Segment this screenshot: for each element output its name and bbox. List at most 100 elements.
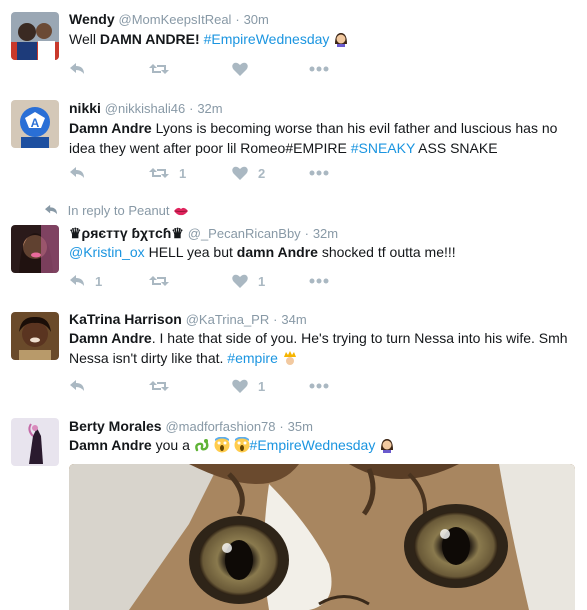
highlight-text: DAMN ANDRE [99,31,196,47]
tweet-text: Well DAMN ANDRE! #EmpireWednesday [69,29,575,49]
tweet-header: ♛ρяєттү ɓχтcɦ♛ @_PecanRicanBby · 32m [69,224,338,243]
display-name[interactable]: Berty Morales [69,418,162,434]
tweet-4[interactable]: KaTrina Harrison @KaTrina_PR · 34m Damn … [0,300,587,407]
like-button[interactable]: 1 [232,271,265,291]
like-icon [232,166,248,180]
retweet-count: 1 [179,165,187,181]
like-button[interactable] [232,59,258,79]
snake-emoji-icon [194,439,209,452]
display-name[interactable]: ♛ρяєттү ɓχтcɦ♛ [69,225,184,241]
separator: · [304,226,309,241]
text-segment: shocked tf outta me!!! [317,244,456,260]
woman-emoji-icon [335,33,348,47]
more-button[interactable] [309,271,329,291]
reply-button[interactable] [69,163,85,183]
scream-emoji-icon [214,437,230,453]
highlight-text: Damn Andre [69,330,152,346]
tweet-2[interactable]: A nikki @nikkishali46 · 32m Damn Andre L… [0,92,587,195]
more-button[interactable] [309,376,329,396]
tweet-text: Damn Andre you a #EmpireWednesday [69,435,575,455]
username[interactable]: @KaTrina_PR [186,312,270,327]
separator: · [235,12,240,27]
retweet-icon [149,168,169,178]
tweet-header: KaTrina Harrison @KaTrina_PR · 34m [69,310,307,329]
tweet-5[interactable]: Berty Morales @madforfashion78 · 35m Dam… [0,406,587,610]
text-segment: Well [69,31,100,47]
separator: · [189,101,194,116]
like-icon [232,379,248,393]
crown-emoji-icon [283,351,296,365]
reply-context-text[interactable]: In reply to Peanut [68,203,170,218]
more-icon [309,66,329,72]
tweet-text: @Kristin_ox HELL yea but damn Andre shoc… [69,242,575,262]
text-segment: HELL yea but [144,244,237,260]
tweet-1[interactable]: Wendy @MomKeepsItReal · 30m Well DAMN AN… [0,0,587,93]
display-name[interactable]: nikki [69,100,101,116]
like-count: 2 [258,165,266,181]
hashtag-link[interactable]: #empire [227,350,278,366]
avatar[interactable]: A [11,100,59,148]
tweet-3[interactable]: In reply to Peanut ♛ρяєттү ɓχтcɦ♛ @_Peca… [0,194,587,301]
like-count: 1 [258,378,266,394]
avatar[interactable] [11,225,59,273]
username[interactable]: @nikkishali46 [105,101,185,116]
avatar[interactable] [11,418,59,466]
timestamp[interactable]: 30m [244,12,269,27]
like-button[interactable]: 1 [232,376,265,396]
hashtag-link[interactable]: #EmpireWednesday [250,437,376,453]
reply-icon [70,167,84,178]
like-icon [232,274,248,288]
retweet-button[interactable] [149,376,179,396]
reply-context[interactable]: In reply to Peanut [44,203,189,219]
hashtag-link[interactable]: #SNEAKY [351,140,415,156]
reply-icon [45,204,57,215]
more-button[interactable] [309,163,329,183]
username[interactable]: @MomKeepsItReal [119,12,232,27]
retweet-icon [149,276,169,286]
highlight-text: Damn Andre [69,120,152,136]
display-name[interactable]: Wendy [69,11,115,27]
highlight-text: Damn Andre [69,437,152,453]
svg-text:A: A [31,116,40,130]
reply-button[interactable] [69,376,85,396]
avatar[interactable] [11,12,59,60]
timestamp[interactable]: 32m [197,101,222,116]
scream-emoji-icon [234,437,250,453]
reply-button[interactable] [69,59,85,79]
tweet-header: nikki @nikkishali46 · 32m [69,99,223,118]
timestamp[interactable]: 34m [281,312,306,327]
text-segment: you a [151,437,194,453]
tweet-media-image[interactable] [69,464,575,610]
tweet-header: Wendy @MomKeepsItReal · 30m [69,10,269,29]
display-name[interactable]: KaTrina Harrison [69,311,182,327]
hashtag-link[interactable]: #EmpireWednesday [204,31,330,47]
tweet-text: Damn Andre. I hate that side of you. He'… [69,328,575,368]
reply-icon [70,380,84,391]
tweet-text: Damn Andre Lyons is becoming worse than … [69,118,575,158]
woman-emoji-icon [381,439,394,453]
reply-icon [70,275,84,286]
retweet-icon [149,64,169,74]
timestamp[interactable]: 32m [313,226,338,241]
reply-button[interactable]: 1 [69,271,102,291]
timestamp[interactable]: 35m [288,419,313,434]
username[interactable]: @_PecanRicanBby [188,226,301,241]
like-count: 1 [258,273,266,289]
separator: · [279,419,284,434]
text-segment: ASS SNAKE [415,140,498,156]
like-icon [232,62,248,76]
avatar[interactable] [11,312,59,360]
mention-link[interactable]: @Kristin_ox [69,244,145,260]
like-button[interactable]: 2 [232,163,265,183]
retweet-button[interactable] [149,271,179,291]
reply-icon [70,63,84,74]
retweet-button[interactable] [149,59,179,79]
username[interactable]: @madforfashion78 [165,419,275,434]
highlight-text: damn Andre [236,244,318,260]
more-icon [309,170,329,176]
separator: · [273,312,278,327]
retweet-icon [149,381,169,391]
more-icon [309,278,329,284]
retweet-button[interactable]: 1 [149,163,186,183]
more-button[interactable] [309,59,329,79]
